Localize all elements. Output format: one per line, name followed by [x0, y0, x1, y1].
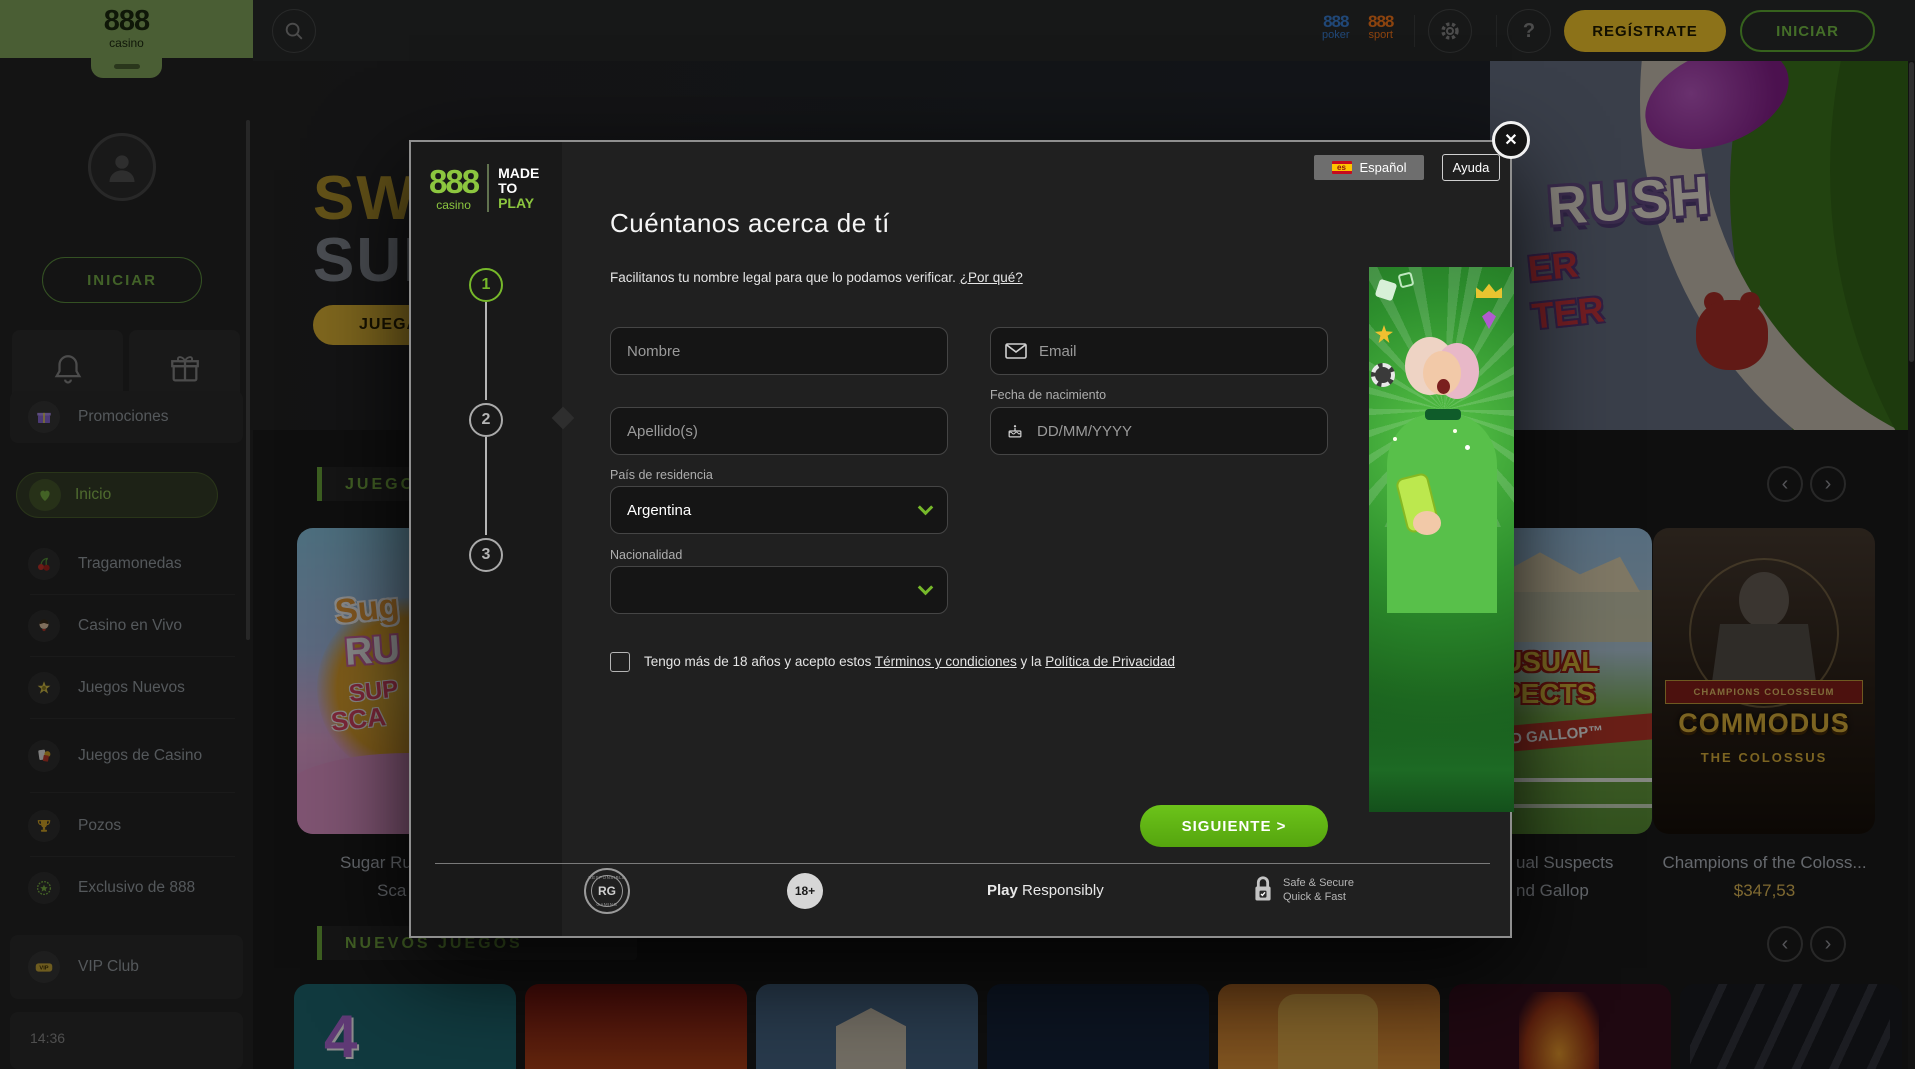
chevron-down-icon [918, 500, 934, 516]
birthdate-field[interactable] [990, 407, 1328, 455]
country-select[interactable]: Argentina [610, 486, 948, 534]
age-consent-checkbox[interactable] [610, 652, 630, 672]
registration-modal: 888 casino MADE TO PLAY 1 2 3 es Español… [409, 140, 1512, 938]
terms-link[interactable]: Términos y condiciones [875, 654, 1017, 669]
hand-art [1413, 511, 1441, 535]
mouth-art [1437, 379, 1450, 394]
next-button[interactable]: SIGUIENTE > [1140, 805, 1328, 847]
close-icon: ✕ [1504, 130, 1517, 150]
step-connector [485, 302, 487, 400]
safe-secure-text: Safe & Secure Quick & Fast [1283, 876, 1354, 904]
first-name-input[interactable] [625, 342, 933, 361]
step-indicator-1: 1 [469, 268, 503, 302]
smoke-art [1369, 672, 1514, 812]
chevron-down-icon [918, 580, 934, 596]
modal-logo: 888 casino MADE TO PLAY [429, 164, 539, 212]
collar-art [1425, 409, 1461, 420]
language-selector[interactable]: es Español [1314, 155, 1424, 180]
app-window: RUSH ER TER SWE SUP JUEGA JUEGOS ‹ › Sug… [0, 0, 1915, 1069]
logo-made: MADE [498, 166, 539, 181]
email-input[interactable] [1037, 342, 1313, 361]
birthdate-label: Fecha de nacimiento [990, 388, 1106, 402]
close-button[interactable]: ✕ [1492, 121, 1530, 159]
privacy-link[interactable]: Política de Privacidad [1045, 654, 1175, 669]
logo-casino: casino [429, 199, 478, 211]
promo-photo [1369, 267, 1514, 812]
sparkle-art [1393, 437, 1397, 441]
nationality-label: Nacionalidad [610, 548, 682, 562]
country-value: Argentina [627, 502, 691, 519]
last-name-input[interactable] [625, 422, 933, 441]
birthdate-input[interactable] [1035, 422, 1313, 441]
modal-subtitle: Facilitanos tu nombre legal para que lo … [610, 270, 1023, 285]
sparkle-art [1453, 429, 1457, 433]
why-link[interactable]: ¿Por qué? [960, 270, 1023, 285]
language-label: Español [1360, 160, 1407, 175]
last-name-field[interactable] [610, 407, 948, 455]
play-responsibly-text: Play Responsibly [987, 882, 1104, 899]
lock-icon [1249, 872, 1277, 908]
step-indicator-2: 2 [469, 403, 503, 437]
modal-title: Cuéntanos acerca de tí [610, 208, 890, 239]
country-label: País de residencia [610, 468, 713, 482]
nationality-select[interactable] [610, 566, 948, 614]
age-18-badge: 18+ [787, 873, 823, 909]
logo-play: PLAY [498, 196, 539, 211]
spain-flag-icon: es [1332, 161, 1352, 174]
consent-text: Tengo más de 18 años y acepto estos Térm… [644, 654, 1175, 669]
step-indicator-3: 3 [469, 538, 503, 572]
birthday-cake-icon [1005, 421, 1025, 441]
first-name-field[interactable] [610, 327, 948, 375]
poker-chip-icon [1371, 363, 1395, 387]
logo-to: TO [498, 181, 539, 196]
divider [435, 863, 1490, 864]
step-connector [485, 437, 487, 535]
logo-divider [487, 164, 489, 212]
help-button[interactable]: Ayuda [1442, 154, 1500, 181]
logo-888: 888 [429, 165, 478, 198]
sparkle-art [1465, 445, 1470, 450]
responsible-gaming-badge: RESPONSIBLE RG GAMING [584, 868, 630, 914]
email-field[interactable] [990, 327, 1328, 375]
envelope-icon [1005, 343, 1027, 359]
